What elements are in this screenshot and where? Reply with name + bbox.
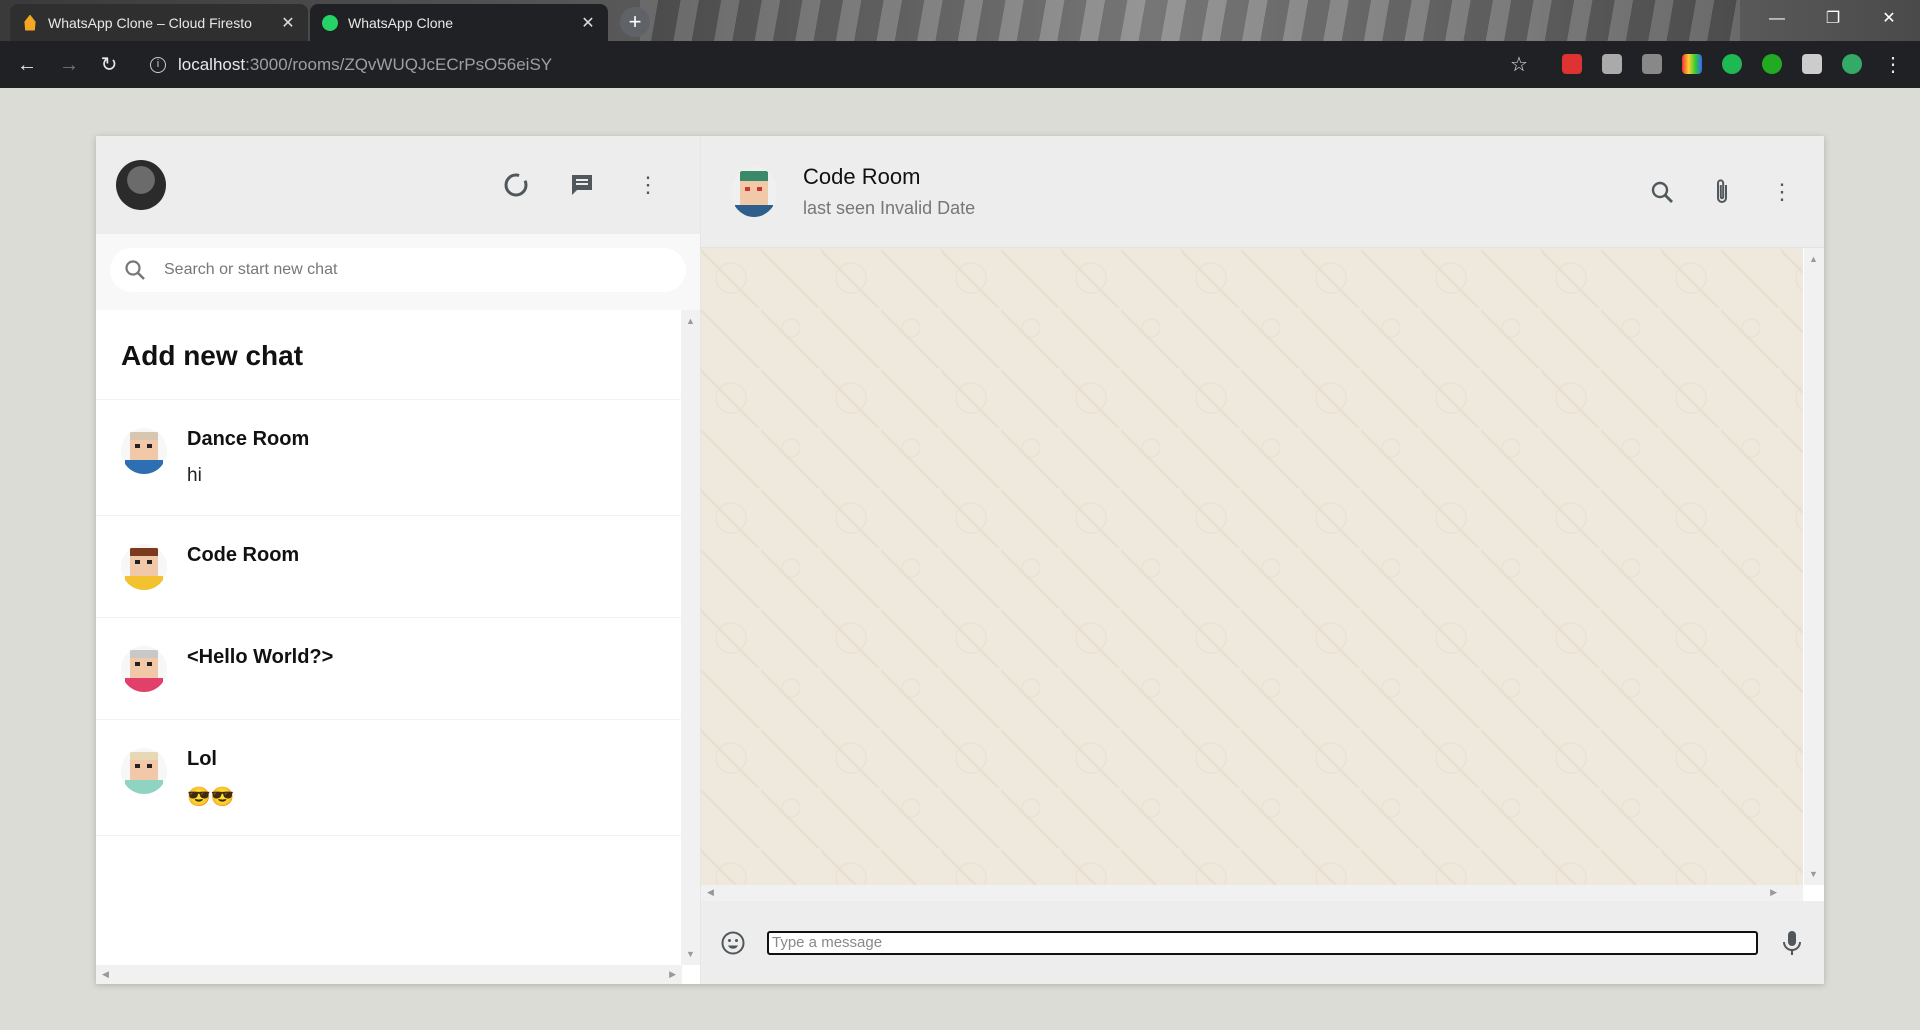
list-item[interactable]: Lol 😎😎 (96, 720, 682, 836)
window-close-icon[interactable]: ✕ (1866, 0, 1912, 41)
scroll-down-arrow-icon[interactable]: ▼ (686, 949, 695, 959)
sidebar-scrollbar-vertical[interactable]: ▲ ▼ (681, 310, 700, 965)
chat-name: Dance Room (187, 428, 310, 450)
more-vert-icon[interactable]: ⋮ (1764, 174, 1800, 210)
chat-header-info: Code Room last seen Invalid Date (803, 164, 975, 219)
url-host: localhost (178, 55, 246, 74)
chat-footer (701, 901, 1824, 984)
chat-last-message: 😎😎 (187, 787, 235, 808)
forward-icon[interactable]: → (54, 50, 84, 80)
puzzle-icon[interactable] (1802, 54, 1822, 74)
sidebar-header-icons: ⋮ (498, 167, 666, 203)
chat-panel: Code Room last seen Invalid Date ⋮ ▲ ▼ ◀… (701, 136, 1824, 984)
scroll-left-arrow-icon[interactable]: ◀ (707, 887, 714, 898)
message-input[interactable] (767, 930, 1758, 955)
search-icon[interactable] (1644, 174, 1680, 210)
menu-kebab-icon[interactable]: ⋮ (1878, 50, 1908, 80)
avatar[interactable] (731, 166, 777, 217)
firebase-icon (24, 14, 36, 31)
search-container (110, 248, 686, 292)
avatar (121, 646, 167, 692)
avatar (121, 428, 167, 474)
list-item[interactable]: Code Room (96, 516, 682, 618)
mic-icon[interactable] (1774, 925, 1810, 961)
browser-tab-bar: WhatsApp Clone – Cloud Firesto ✕ WhatsAp… (0, 0, 1920, 41)
info-icon[interactable]: i (150, 57, 166, 73)
minimize-icon[interactable]: — (1754, 0, 1800, 41)
address-bar[interactable]: i localhost :3000/rooms/ZQvWUQJcECrPsO56… (138, 47, 1528, 83)
chat-icon[interactable] (564, 167, 600, 203)
chat-name: Code Room (187, 544, 300, 566)
scroll-right-arrow-icon[interactable]: ▶ (1770, 887, 1777, 898)
url-path: :3000/rooms/ZQvWUQJcECrPsO56eiSY (245, 55, 553, 74)
sidebar: ⋮ Add new chat Dance Room hi (96, 136, 701, 984)
tab-title: WhatsApp Clone (348, 14, 454, 31)
scroll-left-arrow-icon[interactable]: ◀ (102, 969, 109, 980)
scroll-up-arrow-icon[interactable]: ▲ (686, 316, 695, 326)
bookmark-star-icon[interactable]: ☆ (1510, 52, 1528, 77)
grammarly-icon[interactable] (1722, 54, 1742, 74)
whatsapp-icon (322, 14, 338, 31)
chat-scrollbar-horizontal[interactable]: ◀ ▶ (701, 885, 1803, 901)
browser-toolbar: ← → ↻ i localhost :3000/rooms/ZQvWUQJcEC… (0, 41, 1920, 88)
back-icon[interactable]: ← (12, 50, 42, 80)
chat-list: Add new chat Dance Room hi Code Room <He… (96, 310, 682, 965)
chat-scrollbar-vertical[interactable]: ▲ ▼ (1804, 248, 1824, 885)
chat-name: <Hello World?> (187, 646, 334, 668)
search-input[interactable] (164, 261, 686, 279)
scroll-down-arrow-icon[interactable]: ▼ (1809, 869, 1818, 879)
browser-theme-art (640, 0, 1740, 41)
attach-file-icon[interactable] (1704, 174, 1740, 210)
avatar (121, 544, 167, 590)
last-seen: last seen Invalid Date (803, 198, 976, 218)
extension-icon[interactable] (1642, 54, 1662, 74)
status-icon[interactable] (498, 167, 534, 203)
reload-icon[interactable]: ↻ (94, 50, 124, 80)
list-item[interactable]: Dance Room hi (96, 400, 682, 516)
add-new-chat-button[interactable]: Add new chat (96, 310, 682, 400)
chat-messages-area (701, 248, 1803, 885)
scroll-right-arrow-icon[interactable]: ▶ (669, 969, 676, 980)
close-icon[interactable]: ✕ (280, 13, 296, 33)
sidebar-scrollbar-horizontal[interactable]: ◀ ▶ (96, 965, 682, 984)
browser-tab-whatsapp[interactable]: WhatsApp Clone ✕ (310, 4, 608, 41)
chat-header-icons: ⋮ (1644, 174, 1800, 210)
sidebar-header: ⋮ (96, 136, 700, 234)
whatsapp-app: ⋮ Add new chat Dance Room hi (96, 136, 1824, 984)
list-item[interactable]: <Hello World?> (96, 618, 682, 720)
close-icon[interactable]: ✕ (580, 13, 596, 33)
scroll-up-arrow-icon[interactable]: ▲ (1809, 254, 1818, 264)
search-icon (125, 260, 145, 280)
extension-icon[interactable] (1562, 54, 1582, 74)
extension-icon[interactable] (1682, 54, 1702, 74)
chat-header: Code Room last seen Invalid Date ⋮ (701, 136, 1824, 248)
profile-avatar-icon[interactable] (1842, 54, 1862, 74)
tab-title: WhatsApp Clone – Cloud Firesto (48, 14, 252, 31)
more-vert-icon[interactable]: ⋮ (630, 167, 666, 203)
sidebar-search (96, 234, 700, 310)
browser-tab-firestore[interactable]: WhatsApp Clone – Cloud Firesto ✕ (10, 4, 308, 41)
avatar[interactable] (116, 160, 166, 210)
restore-icon[interactable]: ❐ (1810, 0, 1856, 41)
new-tab-button[interactable]: + (620, 7, 650, 37)
emoji-icon[interactable] (715, 925, 751, 961)
chat-name: Lol (187, 748, 217, 770)
chat-last-message: hi (187, 465, 202, 486)
extension-icon[interactable] (1762, 54, 1782, 74)
doodle-background (701, 248, 1803, 885)
avatar (121, 748, 167, 794)
extension-icon[interactable] (1602, 54, 1622, 74)
room-name: Code Room (803, 164, 921, 189)
